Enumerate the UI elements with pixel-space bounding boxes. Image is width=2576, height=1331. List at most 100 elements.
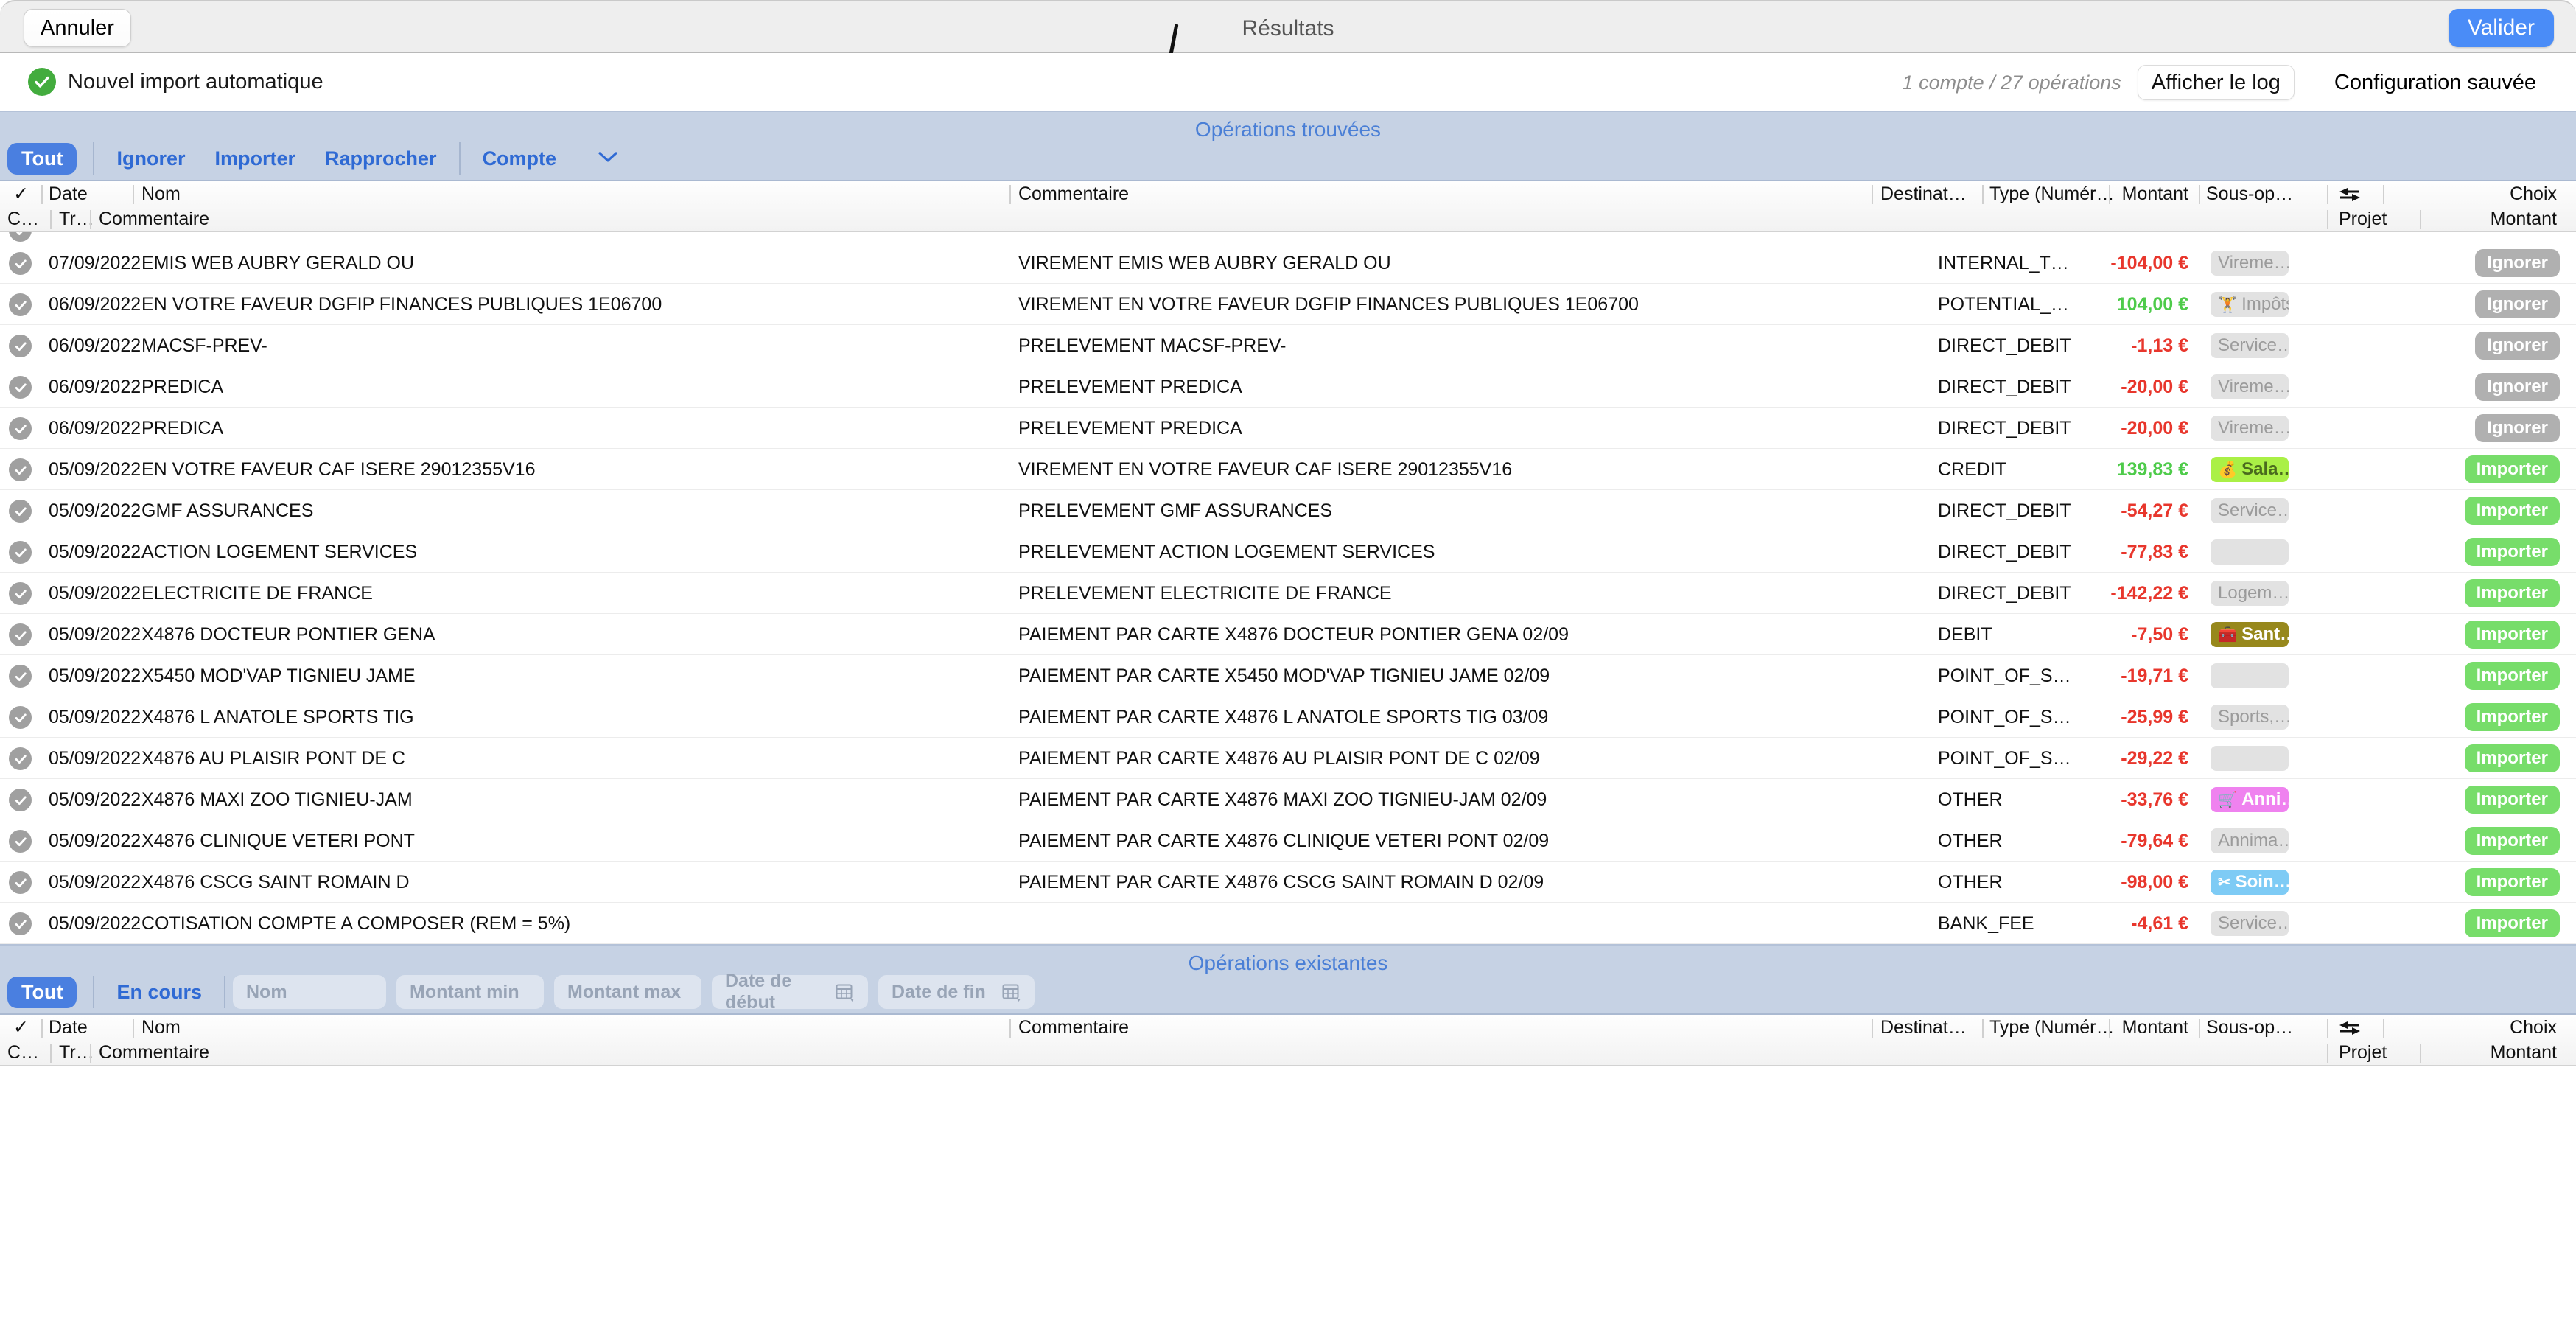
subop-tag[interactable]: Sports,… (2211, 705, 2289, 730)
subop-tag[interactable]: 💰Sala… (2211, 457, 2289, 482)
table-row[interactable]: 05/09/2022 X5450 MOD'VAP TIGNIEU JAME PAIE… (0, 655, 2576, 696)
header-montant[interactable]: Montant (2019, 181, 2188, 206)
subop-tag[interactable]: 🧰Sant… (2211, 622, 2289, 647)
show-log-button[interactable]: Afficher le log (2137, 65, 2295, 100)
subop-tag-empty[interactable] (2211, 663, 2289, 688)
row-check-icon[interactable] (9, 541, 32, 564)
table-row[interactable]: 07/09/2022 EMIS WEB AUBRY GERALD OU VIREME… (0, 242, 2576, 284)
row-check-icon[interactable] (9, 706, 32, 729)
validate-button[interactable]: Valider (2448, 9, 2554, 47)
row-check-icon[interactable] (9, 417, 32, 440)
subop-tag[interactable]: Logem… (2211, 581, 2289, 606)
existing-filter-encours-button[interactable]: En cours (102, 981, 217, 1004)
existing-header-nom[interactable]: Nom (141, 1015, 1011, 1040)
row-check-icon[interactable] (9, 830, 32, 853)
header-montant-2[interactable]: Montant (2432, 206, 2557, 231)
existing-header-commentaire-2[interactable]: Commentaire (99, 1040, 393, 1065)
row-check-icon[interactable] (9, 747, 32, 770)
subop-tag[interactable]: 🛒Anni… (2211, 787, 2289, 812)
header-date[interactable]: Date (49, 181, 130, 206)
calendar-icon[interactable] (836, 982, 855, 1002)
existing-header-choix[interactable]: Choix (2432, 1015, 2557, 1040)
header-commentaire-2[interactable]: Commentaire (99, 206, 393, 231)
table-row[interactable]: 06/09/2022 MACSF-PREV- PRELEVEMENT MACSF-P… (0, 325, 2576, 366)
table-row[interactable]: 06/09/2022 PREDICA PRELEVEMENT PREDICA DIRE… (0, 408, 2576, 449)
subop-tag[interactable]: ✂ Soin… (2211, 870, 2289, 895)
transfer-arrows-icon[interactable] (2337, 1015, 2374, 1040)
subop-tag[interactable]: Vireme… (2211, 416, 2289, 441)
table-row[interactable]: 05/09/2022 ACTION LOGEMENT SERVICES PRELEV… (0, 531, 2576, 573)
filter-tout-button[interactable]: Tout (7, 142, 77, 175)
subop-tag[interactable]: Annima… (2211, 828, 2289, 853)
choice-button[interactable]: Importer (2464, 786, 2560, 814)
existing-header-montant[interactable]: Montant (2019, 1015, 2188, 1040)
existing-header-c[interactable]: C… (7, 1040, 44, 1065)
row-check-icon[interactable] (9, 912, 32, 935)
end-date-input[interactable]: Date de fin (878, 975, 1035, 1009)
start-date-input[interactable]: Date de début (712, 971, 868, 1013)
row-check-icon[interactable] (9, 376, 32, 399)
header-c[interactable]: C… (7, 206, 44, 231)
subop-tag[interactable]: Service… (2211, 498, 2289, 523)
subop-tag[interactable]: Vireme… (2211, 374, 2289, 399)
choice-button[interactable]: Importer (2464, 827, 2560, 855)
choice-button[interactable]: Importer (2464, 703, 2560, 731)
header-nom[interactable]: Nom (141, 181, 1011, 206)
choice-button[interactable]: Importer (2464, 909, 2560, 937)
row-check-icon[interactable] (9, 623, 32, 646)
filter-rapprocher-button[interactable]: Rapprocher (310, 147, 452, 170)
row-check-icon[interactable] (9, 582, 32, 605)
transfer-arrows-icon[interactable] (2337, 181, 2374, 206)
subop-tag-empty[interactable] (2211, 746, 2289, 771)
table-row-partial[interactable] (0, 232, 2576, 242)
table-row[interactable]: 05/09/2022 X4876 CLINIQUE VETERI PONT PAIE… (0, 820, 2576, 862)
header-commentaire[interactable]: Commentaire (1018, 181, 1866, 206)
table-row[interactable]: 05/09/2022 ELECTRICITE DE FRANCE PRELEVEME… (0, 573, 2576, 614)
choice-button[interactable]: Ignorer (2475, 249, 2560, 277)
subop-tag-empty[interactable] (2211, 539, 2289, 565)
choice-button[interactable]: Importer (2464, 868, 2560, 896)
existing-header-date[interactable]: Date (49, 1015, 130, 1040)
header-check-icon[interactable]: ✓ (13, 181, 35, 206)
table-row[interactable]: 06/09/2022 EN VOTRE FAVEUR DGFIP FINANCES… (0, 284, 2576, 325)
choice-button[interactable]: Ignorer (2475, 332, 2560, 360)
calendar-icon[interactable] (1002, 982, 1021, 1002)
choice-button[interactable]: Importer (2464, 744, 2560, 772)
header-choix[interactable]: Choix (2432, 181, 2557, 206)
choice-button[interactable]: Ignorer (2475, 414, 2560, 442)
row-check-icon[interactable] (9, 252, 32, 275)
choice-button[interactable]: Importer (2464, 579, 2560, 607)
table-row[interactable]: 05/09/2022 GMF ASSURANCES PRELEVEMENT GMF … (0, 490, 2576, 531)
existing-filter-tout-button[interactable]: Tout (7, 976, 77, 1008)
amount-min-input[interactable]: Montant min (396, 975, 544, 1009)
choice-button[interactable]: Ignorer (2475, 373, 2560, 401)
existing-header-check-icon[interactable]: ✓ (13, 1015, 35, 1040)
row-check-icon[interactable] (9, 665, 32, 688)
choice-button[interactable]: Importer (2464, 538, 2560, 566)
row-check-icon[interactable] (9, 500, 32, 523)
table-row[interactable]: 05/09/2022 EN VOTRE FAVEUR CAF ISERE 2901… (0, 449, 2576, 490)
subop-tag[interactable]: Vireme… (2211, 251, 2289, 276)
choice-button[interactable]: Importer (2464, 662, 2560, 690)
amount-max-input[interactable]: Montant max (554, 975, 701, 1009)
subop-tag[interactable]: 🏋Impôts (2211, 292, 2289, 317)
choice-button[interactable]: Ignorer (2475, 290, 2560, 318)
table-row[interactable]: 05/09/2022 COTISATION COMPTE A COMPOSER (… (0, 903, 2576, 944)
row-check-icon[interactable] (9, 232, 32, 242)
filter-compte-button[interactable]: Compte (468, 147, 572, 170)
choice-button[interactable]: Importer (2464, 621, 2560, 649)
table-row[interactable]: 05/09/2022 X4876 DOCTEUR PONTIER GENA PAIE… (0, 614, 2576, 655)
row-check-icon[interactable] (9, 335, 32, 357)
table-row[interactable]: 05/09/2022 X4876 MAXI ZOO TIGNIEU-JAM PAIE… (0, 779, 2576, 820)
table-row[interactable]: 05/09/2022 X4876 AU PLAISIR PONT DE C PAIE… (0, 738, 2576, 779)
chevron-down-icon[interactable] (598, 148, 618, 169)
row-check-icon[interactable] (9, 458, 32, 481)
existing-header-sous-operation[interactable]: Sous-op… (2206, 1015, 2324, 1040)
table-row[interactable]: 05/09/2022 X4876 CSCG SAINT ROMAIN D PAIEM… (0, 862, 2576, 903)
subop-tag[interactable]: Service… (2211, 333, 2289, 358)
row-check-icon[interactable] (9, 871, 32, 894)
row-check-icon[interactable] (9, 293, 32, 316)
subop-tag[interactable]: Service… (2211, 911, 2289, 936)
existing-header-commentaire[interactable]: Commentaire (1018, 1015, 1866, 1040)
choice-button[interactable]: Importer (2464, 497, 2560, 525)
